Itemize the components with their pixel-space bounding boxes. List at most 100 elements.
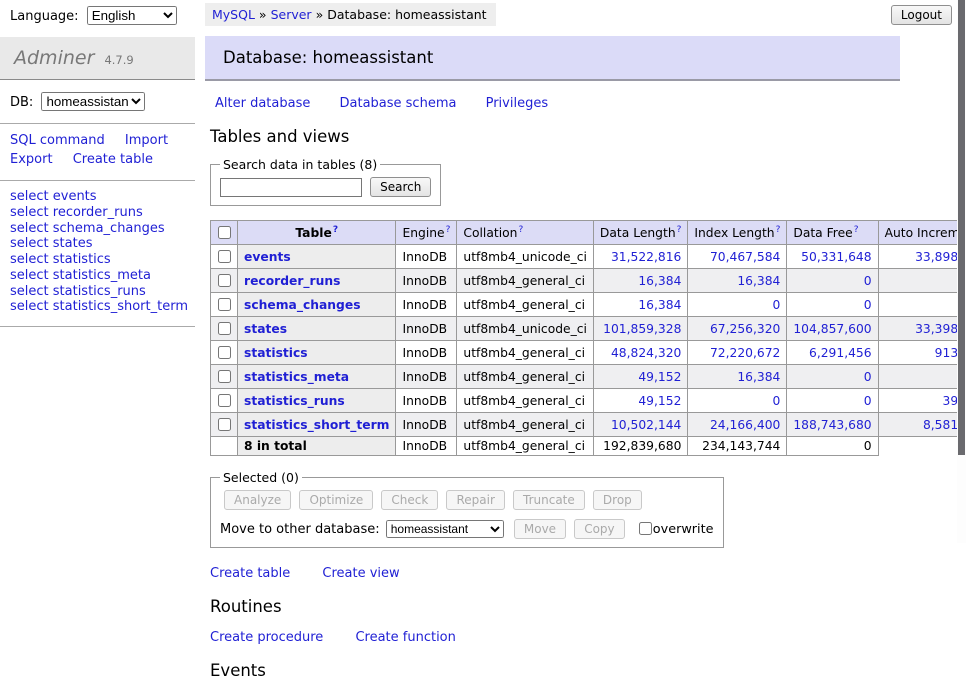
data-length-link[interactable]: 16,384 (600, 274, 681, 288)
auto-increment-link[interactable]: 39,999 (885, 394, 966, 408)
check-button[interactable]: Check (381, 490, 438, 510)
data-free-link[interactable]: 188,743,680 (793, 418, 871, 432)
create-table-link[interactable]: Create table (73, 152, 153, 167)
optimize-button[interactable]: Optimize (299, 490, 373, 510)
collation-cell: utf8mb4_general_ci (457, 341, 594, 365)
table-row: schema_changes InnoDB utf8mb4_general_ci… (211, 293, 966, 317)
help-link[interactable]: ? (776, 225, 781, 235)
sidebar-select-statistics-meta[interactable]: select statistics_meta (10, 268, 185, 284)
truncate-button[interactable]: Truncate (513, 490, 585, 510)
total-data-free: 0 (787, 437, 878, 456)
sidebar-select-statistics[interactable]: select statistics (10, 253, 185, 269)
row-checkbox[interactable] (218, 394, 231, 407)
auto-increment-link[interactable]: 8,581,645 (885, 418, 966, 432)
index-length-link[interactable]: 72,220,672 (694, 346, 780, 360)
create-procedure-link[interactable]: Create procedure (210, 630, 323, 645)
table-name-link[interactable]: statistics_meta (244, 370, 349, 384)
row-checkbox[interactable] (218, 322, 231, 335)
copy-button[interactable]: Copy (574, 519, 624, 539)
help-link[interactable]: ? (854, 225, 859, 235)
table-name-link[interactable]: states (244, 322, 287, 336)
data-length-link[interactable]: 48,824,320 (600, 346, 681, 360)
sidebar-select-statistics-runs[interactable]: select statistics_runs (10, 284, 185, 300)
index-length-link[interactable]: 67,256,320 (694, 322, 780, 336)
logout-button[interactable]: Logout (891, 5, 952, 25)
events-title: Events (210, 661, 966, 680)
import-link[interactable]: Import (125, 133, 168, 148)
scrollbar[interactable] (957, 0, 966, 543)
search-button[interactable]: Search (370, 177, 431, 197)
index-length-link[interactable]: 70,467,584 (694, 250, 780, 264)
index-length-link[interactable]: 16,384 (694, 274, 780, 288)
move-db-select[interactable]: homeassistant (386, 520, 504, 538)
table-name-link[interactable]: statistics_short_term (244, 418, 389, 432)
index-length-link[interactable]: 0 (694, 394, 780, 408)
scrollbar-thumb[interactable] (958, 0, 965, 455)
breadcrumb-server-link[interactable]: Server (271, 7, 312, 22)
adminer-logo: Adminer 4.7.9 (0, 37, 195, 80)
index-length-link[interactable]: 24,166,400 (694, 418, 780, 432)
analyze-button[interactable]: Analyze (224, 490, 291, 510)
database-links: Alter database Database schema Privilege… (215, 96, 966, 111)
help-link[interactable]: ? (518, 225, 523, 235)
data-free-link[interactable]: 50,331,648 (793, 250, 871, 264)
row-checkbox[interactable] (218, 418, 231, 431)
help-link[interactable]: ? (333, 225, 338, 235)
index-length-link[interactable]: 0 (694, 298, 780, 312)
row-checkbox[interactable] (218, 274, 231, 287)
select-all-checkbox[interactable] (218, 226, 231, 239)
auto-increment-link[interactable]: 6 (885, 298, 966, 312)
data-free-link[interactable]: 0 (793, 394, 871, 408)
privileges-link[interactable]: Privileges (486, 96, 549, 111)
sidebar-select-recorder-runs[interactable]: select recorder_runs (10, 205, 185, 221)
data-length-link[interactable]: 31,522,816 (600, 250, 681, 264)
drop-button[interactable]: Drop (593, 490, 642, 510)
data-free-link[interactable]: 0 (793, 370, 871, 384)
data-length-link[interactable]: 101,859,328 (600, 322, 681, 336)
sidebar-select-states[interactable]: select states (10, 237, 185, 253)
data-free-link[interactable]: 104,857,600 (793, 322, 871, 336)
data-length-link[interactable]: 49,152 (600, 394, 681, 408)
row-checkbox[interactable] (218, 250, 231, 263)
auto-increment-link[interactable]: 913,577 (885, 346, 966, 360)
database-schema-link[interactable]: Database schema (340, 96, 457, 111)
help-link[interactable]: ? (446, 225, 451, 235)
data-length-link[interactable]: 16,384 (600, 298, 681, 312)
data-length-link[interactable]: 49,152 (600, 370, 681, 384)
create-view-link[interactable]: Create view (322, 566, 399, 581)
overwrite-checkbox[interactable] (639, 522, 652, 535)
table-name-link[interactable]: events (244, 250, 291, 264)
data-free-link[interactable]: 0 (793, 274, 871, 288)
row-checkbox[interactable] (218, 298, 231, 311)
alter-database-link[interactable]: Alter database (215, 96, 310, 111)
table-name-link[interactable]: statistics_runs (244, 394, 345, 408)
export-link[interactable]: Export (10, 152, 53, 167)
auto-increment-link[interactable]: 33,398,984 (885, 322, 966, 336)
search-input[interactable] (220, 178, 362, 197)
sidebar-select-events[interactable]: select events (10, 190, 185, 206)
sidebar-select-schema-changes[interactable]: select schema_changes (10, 221, 185, 237)
row-checkbox[interactable] (218, 370, 231, 383)
auto-increment-link[interactable]: 378 (885, 274, 966, 288)
move-button[interactable]: Move (514, 519, 566, 539)
breadcrumb-mysql-link[interactable]: MySQL (212, 7, 255, 22)
help-link[interactable]: ? (677, 225, 682, 235)
data-length-link[interactable]: 10,502,144 (600, 418, 681, 432)
table-name-link[interactable]: statistics (244, 346, 308, 360)
auto-increment-link[interactable]: 325 (885, 370, 966, 384)
create-table-link-bottom[interactable]: Create table (210, 566, 290, 581)
language-select[interactable]: English (87, 6, 177, 25)
table-row: statistics_short_term InnoDB utf8mb4_gen… (211, 413, 966, 437)
index-length-link[interactable]: 16,384 (694, 370, 780, 384)
data-free-link[interactable]: 0 (793, 298, 871, 312)
row-checkbox[interactable] (218, 346, 231, 359)
create-function-link[interactable]: Create function (355, 630, 455, 645)
sidebar-select-statistics-short-term[interactable]: select statistics_short_term (10, 300, 185, 316)
table-name-link[interactable]: recorder_runs (244, 274, 340, 288)
db-select[interactable]: homeassistant (41, 92, 145, 111)
auto-increment-link[interactable]: 33,898,196 (885, 250, 966, 264)
repair-button[interactable]: Repair (446, 490, 504, 510)
sql-command-link[interactable]: SQL command (10, 133, 105, 148)
table-name-link[interactable]: schema_changes (244, 298, 361, 312)
data-free-link[interactable]: 6,291,456 (793, 346, 871, 360)
